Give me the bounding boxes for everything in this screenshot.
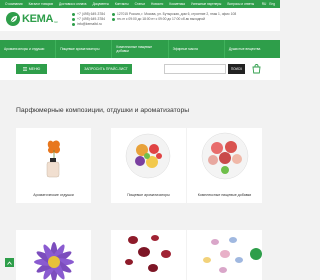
hamburger-icon [22,67,27,71]
nav-link-faq[interactable]: Вопросы и ответы [227,2,254,6]
rose-petals-image [111,230,186,280]
product-card[interactable]: Ароматические отдушки [16,128,91,203]
category-aroma-substances[interactable]: Душистые вещества [225,40,280,58]
section-title: Парфюмерные композиции, отдушки и аромат… [16,107,190,114]
nav-link-contacts[interactable]: Контакты [115,2,129,6]
request-price-button[interactable]: ЗАПРОСИТЬ ПРАЙС-ЛИСТ [80,64,132,74]
toolbar: МЕНЮ ЗАПРОСИТЬ ПРАЙС-ЛИСТ ПОИСК [0,58,280,80]
category-food-additives[interactable]: Комплексные пищевые добавки [112,40,169,58]
purple-flower-image [16,230,91,280]
nav-link-documents[interactable]: Документы [92,2,108,6]
nav-link-delivery[interactable]: Доставка и оплата [59,2,87,6]
menu-label: МЕНЮ [28,67,41,71]
product-card[interactable] [111,230,186,280]
product-label: Комплексные пищевые добавки [197,193,252,197]
nav-link-partners[interactable]: Успешные партнеры [191,2,221,6]
chevron-up-icon [7,260,12,265]
nav-link-catalog[interactable]: Каталог товаров [29,2,53,6]
address-block: 127015 Россия, г. Москва, ул. Бутырская,… [112,12,272,22]
category-fragrances[interactable]: Ароматизаторы и отдушки [0,40,57,58]
category-essential-oils[interactable]: Эфирные масла [169,40,225,58]
lang-ru[interactable]: RU [262,2,267,6]
scroll-up-button[interactable] [5,258,14,267]
email-link[interactable]: info@kemaltd.ru [77,22,102,27]
nav-link-cosmetics[interactable]: Косметика [169,2,185,6]
product-label: Ароматические отдушки [33,193,74,197]
product-label: Пищевые ароматизаторы [127,193,170,197]
product-card[interactable] [16,230,91,280]
search-input[interactable] [164,64,226,74]
mail-icon [72,23,75,26]
language-switcher: RU Eng [262,2,275,6]
nav-link-news[interactable]: Новости [151,2,163,6]
clock-icon [112,18,115,21]
category-food-flavors[interactable]: Пищевые ароматизаторы [56,40,113,58]
top-nav: О компании Каталог товаров Доставка и оп… [0,0,280,8]
perfume-bottle-image [16,128,91,183]
product-card[interactable]: Комплексные пищевые добавки [187,128,262,203]
location-icon [112,13,115,16]
hours-text: пн-чт с 09:00 до 18:00 пт с 09:00 до 17:… [117,17,206,21]
phone-icon [72,18,75,21]
nav-link-about[interactable]: О компании [5,2,23,6]
cart-icon[interactable] [251,63,261,75]
nav-link-articles[interactable]: Статьи [135,2,145,6]
logo-leaf-icon [6,12,20,26]
meat-platter-image [187,128,262,183]
logo-text: KEMA [22,13,54,25]
site-header: KEMA ltd +7 (495) 649-3784 +7 (495) 649-… [0,8,280,31]
product-card[interactable]: Пищевые ароматизаторы [111,128,186,203]
contacts: +7 (495) 649-3784 +7 (495) 649-3784 info… [72,12,112,27]
logo[interactable]: KEMA ltd [6,12,57,26]
logo-sub: ltd [54,20,58,24]
lang-eng[interactable]: Eng [269,2,275,6]
phone-icon [72,13,75,16]
search-button[interactable]: ПОИСК [228,64,245,74]
menu-button[interactable]: МЕНЮ [16,64,47,74]
category-bar: Ароматизаторы и отдушки Пищевые ароматиз… [0,40,280,58]
fruit-plate-image [111,128,186,183]
callback-button[interactable] [250,248,262,260]
